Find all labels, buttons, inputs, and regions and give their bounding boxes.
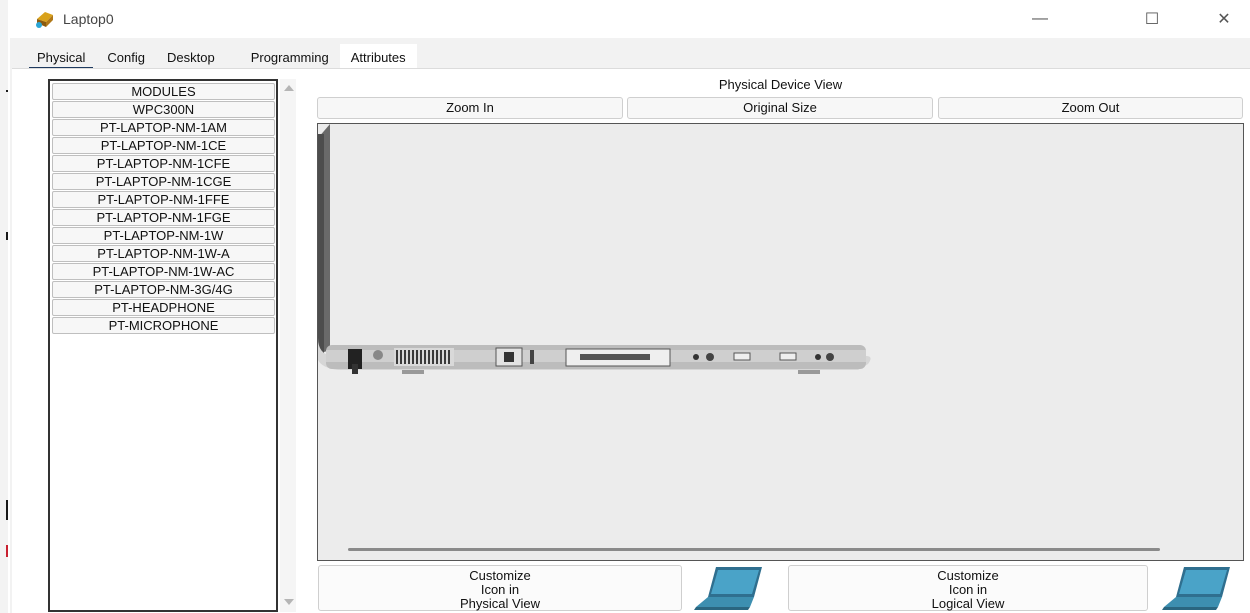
list-item[interactable]: WPC300N — [52, 101, 275, 118]
laptop-icon — [1162, 567, 1230, 610]
customize-physical-view-button[interactable]: Customize Icon in Physical View — [318, 565, 682, 611]
tab-programming[interactable]: Programming — [226, 44, 340, 68]
original-size-button[interactable]: Original Size — [627, 97, 933, 119]
customize-physical-line2: Icon in — [480, 582, 520, 597]
physical-device-viewer[interactable] — [317, 123, 1244, 561]
list-item[interactable]: PT-LAPTOP-NM-1W-A — [52, 245, 275, 262]
list-item[interactable]: PT-LAPTOP-NM-1FFE — [52, 191, 275, 208]
device-window: Laptop0 — ☐ ✕ Physical Config Desktop Pr… — [8, 0, 1250, 613]
list-item[interactable]: PT-LAPTOP-NM-1W — [52, 227, 275, 244]
list-item[interactable]: PT-LAPTOP-NM-1CE — [52, 137, 275, 154]
packet-tracer-laptop-icon — [36, 12, 53, 28]
customize-logical-line3: Logical View — [931, 596, 1005, 611]
title-bar[interactable]: Laptop0 — ☐ ✕ — [8, 0, 1250, 38]
modules-scrollbar[interactable] — [280, 79, 296, 612]
list-item[interactable]: PT-HEADPHONE — [52, 299, 275, 316]
customize-physical-line3: Physical View — [460, 596, 540, 611]
close-icon: ✕ — [1217, 11, 1231, 28]
list-item[interactable]: PT-LAPTOP-NM-1W-AC — [52, 263, 275, 280]
modules-list[interactable]: MODULES WPC300N PT-LAPTOP-NM-1AM PT-LAPT… — [48, 79, 278, 612]
window-client-area: Physical Config Desktop Programming Attr… — [10, 38, 1250, 613]
customize-logical-line2: Icon in — [948, 582, 988, 597]
zoom-out-button[interactable]: Zoom Out — [938, 97, 1243, 119]
close-button[interactable]: ✕ — [1198, 0, 1250, 38]
tab-desktop[interactable]: Desktop — [156, 44, 226, 68]
list-item[interactable]: PT-LAPTOP-NM-1CGE — [52, 173, 275, 190]
list-item[interactable]: PT-MICROPHONE — [52, 317, 275, 334]
tab-config[interactable]: Config — [96, 44, 156, 68]
maximize-icon: ☐ — [1144, 11, 1160, 28]
maximize-button[interactable]: ☐ — [1126, 0, 1178, 38]
list-item[interactable]: PT-LAPTOP-NM-1FGE — [52, 209, 275, 226]
scroll-up-icon[interactable] — [284, 85, 294, 91]
minimize-icon: — — [1032, 10, 1048, 27]
list-item[interactable]: PT-LAPTOP-NM-1AM — [52, 119, 275, 136]
background-window-edge — [0, 0, 8, 613]
customize-logical-line1: Customize — [937, 568, 999, 583]
physical-tab-panel: MODULES WPC300N PT-LAPTOP-NM-1AM PT-LAPT… — [12, 68, 1250, 613]
scroll-down-icon[interactable] — [284, 599, 294, 605]
zoom-in-button[interactable]: Zoom In — [317, 97, 623, 119]
customize-physical-line1: Customize — [469, 568, 531, 583]
tab-physical[interactable]: Physical — [26, 44, 96, 70]
modules-header: MODULES — [52, 83, 275, 100]
minimize-button[interactable]: — — [1014, 0, 1066, 38]
tab-attributes[interactable]: Attributes — [339, 44, 417, 68]
viewer-horizontal-scrollbar[interactable] — [348, 548, 1160, 551]
tab-bar: Physical Config Desktop Programming Attr… — [26, 44, 417, 70]
physical-device-view-title: Physical Device View — [718, 77, 843, 92]
window-title: Laptop0 — [63, 11, 114, 27]
customize-logical-view-button[interactable]: Customize Icon in Logical View — [788, 565, 1148, 611]
laptop-side-view-image — [318, 124, 871, 374]
laptop-icon — [694, 567, 762, 610]
list-item[interactable]: PT-LAPTOP-NM-1CFE — [52, 155, 275, 172]
list-item[interactable]: PT-LAPTOP-NM-3G/4G — [52, 281, 275, 298]
